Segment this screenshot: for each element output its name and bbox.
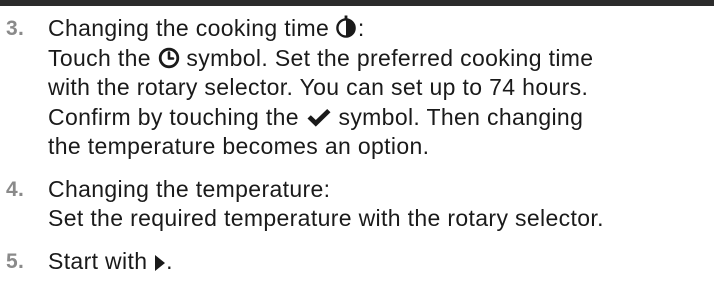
step-4-line-2: Set the required temperature with the ro…	[48, 205, 604, 231]
top-border-bar	[0, 0, 714, 6]
step-3-title: Changing the cooking time	[48, 15, 330, 41]
step-4-title: Changing the temperature:	[48, 175, 331, 202]
instruction-steps: 3. Changing the cooking time : Touch the…	[6, 14, 706, 276]
checkmark-icon	[306, 108, 332, 128]
step-3-text: Confirm by touching the	[48, 103, 299, 130]
step-3: 3. Changing the cooking time : Touch the…	[6, 14, 706, 162]
step-5: 5. Start with .	[6, 247, 706, 277]
step-5-period: .	[166, 247, 173, 274]
cooking-time-icon	[336, 15, 358, 39]
step-3-title-colon: :	[357, 15, 365, 41]
step-number: 4.	[6, 177, 25, 201]
play-icon	[154, 254, 166, 272]
step-3-line-4: Confirm by touching the symbol. Then cha…	[48, 103, 706, 133]
step-3-line-3: with the rotary selector. You can set up…	[48, 74, 589, 100]
step-number: 3.	[6, 17, 25, 40]
step-3-line-2: Touch the symbol. Set the preferred cook…	[48, 44, 706, 74]
step-number: 5.	[6, 249, 25, 273]
step-4: 4. Changing the temperature: Set the req…	[6, 175, 706, 234]
step-3-line-5: the temperature becomes an option.	[48, 133, 430, 159]
step-3-text: symbol. Set the preferred cooking time	[186, 44, 594, 71]
step-3-text: symbol. Then changing	[338, 103, 584, 130]
step-3-line-1: Changing the cooking time :	[48, 14, 706, 44]
step-5-line-1: Start with .	[48, 247, 706, 277]
step-5-text: Start with	[48, 247, 148, 274]
clock-icon	[158, 47, 180, 69]
step-3-text: Touch the	[48, 44, 151, 71]
